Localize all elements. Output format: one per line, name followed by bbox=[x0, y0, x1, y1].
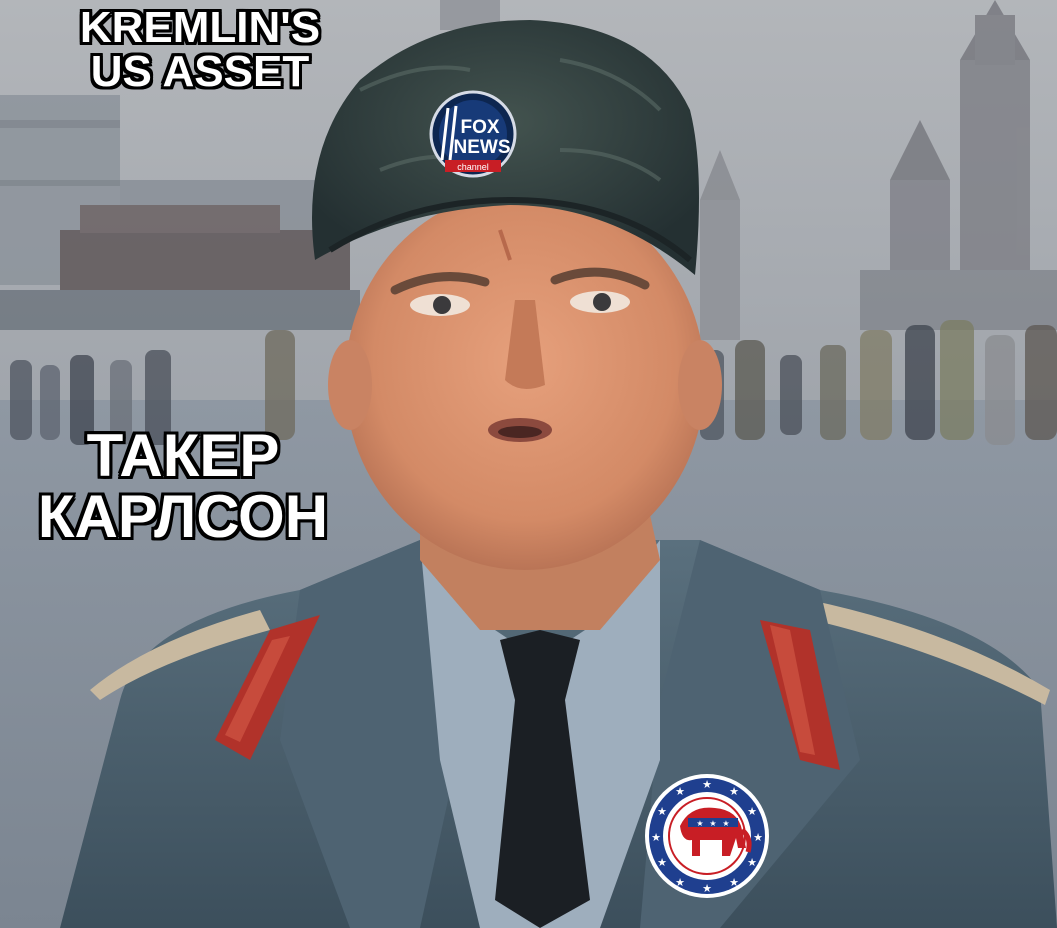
caption-top-line2: US ASSET bbox=[90, 47, 310, 96]
caption-mid-line2: КАРЛСОН bbox=[37, 483, 329, 551]
meme-image: FOX NEWS channel ★ ★ ★ ★ ★ ★ ★ ★ ★ ★ ★ ★… bbox=[0, 0, 1057, 928]
svg-text:★: ★ bbox=[753, 831, 763, 844]
svg-text:★: ★ bbox=[747, 805, 757, 818]
svg-text:★: ★ bbox=[702, 882, 712, 895]
svg-text:★: ★ bbox=[747, 856, 757, 869]
caption-top: KREMLIN'S US ASSET bbox=[30, 6, 370, 94]
svg-text:★: ★ bbox=[675, 876, 685, 889]
republican-elephant-badge-icon: ★ ★ ★ ★ ★ ★ ★ ★ ★ ★ ★ ★ ★ ★ ★ bbox=[645, 774, 769, 898]
svg-text:★: ★ bbox=[722, 819, 729, 828]
svg-text:★: ★ bbox=[657, 805, 667, 818]
svg-text:★: ★ bbox=[657, 856, 667, 869]
svg-text:★: ★ bbox=[729, 785, 739, 798]
svg-text:★: ★ bbox=[696, 819, 703, 828]
caption-top-line1: KREMLIN'S bbox=[79, 3, 321, 52]
svg-text:★: ★ bbox=[651, 831, 661, 844]
svg-text:★: ★ bbox=[709, 819, 716, 828]
svg-text:★: ★ bbox=[729, 876, 739, 889]
svg-text:★: ★ bbox=[702, 778, 712, 791]
caption-mid-line1: ТАКЕР bbox=[86, 422, 280, 489]
caption-mid: ТАКЕР КАРЛСОН bbox=[8, 422, 358, 551]
fox-badge-line3: channel bbox=[457, 162, 489, 172]
fox-badge-line2: NEWS bbox=[454, 137, 511, 158]
fox-news-badge-icon: FOX NEWS channel bbox=[429, 90, 517, 178]
svg-text:★: ★ bbox=[675, 785, 685, 798]
fox-badge-line1: FOX bbox=[460, 117, 499, 138]
